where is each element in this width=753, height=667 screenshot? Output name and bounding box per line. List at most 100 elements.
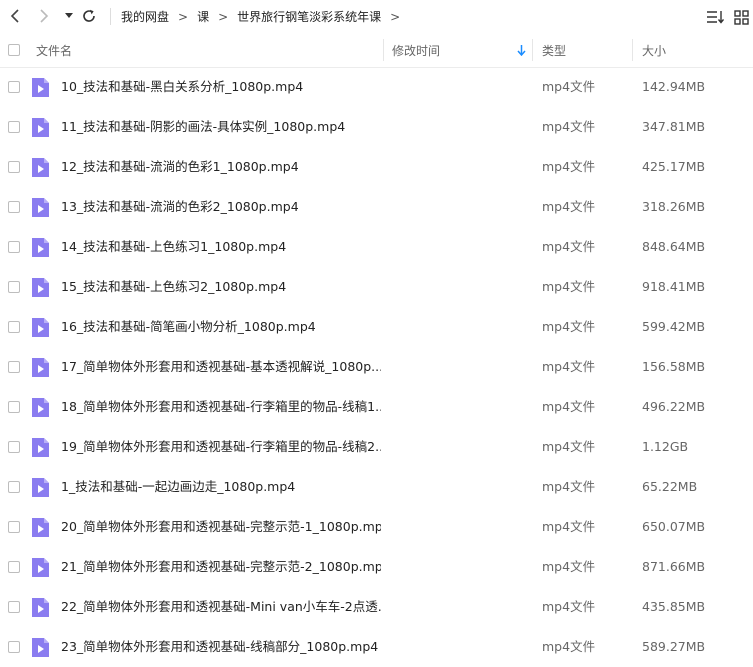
- file-name[interactable]: 16_技法和基础-简笔画小物分析_1080p.mp4: [61, 307, 381, 347]
- file-size: 142.94MB: [642, 79, 706, 94]
- video-file-icon: [32, 438, 49, 457]
- file-size: 650.07MB: [642, 519, 706, 534]
- breadcrumb-separator: >: [218, 9, 229, 24]
- file-name[interactable]: 18_简单物体外形套用和透视基础-行李箱里的物品-线稿1...: [61, 387, 381, 427]
- file-name[interactable]: 20_简单物体外形套用和透视基础-完整示范-1_1080p.mp4: [61, 507, 381, 547]
- row-checkbox[interactable]: [8, 641, 20, 653]
- video-file-icon: [32, 198, 49, 217]
- file-row[interactable]: 11_技法和基础-阴影的画法-具体实例_1080p.mp4 mp4文件 347.81…: [0, 107, 753, 147]
- row-checkbox[interactable]: [8, 521, 20, 533]
- file-size: 1.12GB: [642, 439, 689, 454]
- file-type: mp4文件: [542, 599, 596, 614]
- row-checkbox[interactable]: [8, 201, 20, 213]
- arrow-down-icon: [517, 44, 526, 56]
- file-name[interactable]: 1_技法和基础-一起边画边走_1080p.mp4: [61, 467, 381, 507]
- file-type: mp4文件: [542, 479, 596, 494]
- row-checkbox[interactable]: [8, 321, 20, 333]
- column-name[interactable]: 文件名: [36, 33, 72, 67]
- refresh-button[interactable]: [80, 6, 98, 26]
- sort-list-icon: [707, 11, 724, 24]
- file-list: 10_技法和基础-黑白关系分析_1080p.mp4 mp4文件 142.94MB 11…: [0, 67, 753, 667]
- file-row[interactable]: 13_技法和基础-流淌的色彩2_1080p.mp4 mp4文件 318.26MB: [0, 187, 753, 227]
- file-size: 848.64MB: [642, 239, 706, 254]
- file-row[interactable]: 17_简单物体外形套用和透视基础-基本透视解说_1080p.... mp4文件 15…: [0, 347, 753, 387]
- file-type: mp4文件: [542, 399, 596, 414]
- row-checkbox[interactable]: [8, 401, 20, 413]
- caret-down-icon: [65, 13, 73, 18]
- file-name[interactable]: 14_技法和基础-上色练习1_1080p.mp4: [61, 227, 381, 267]
- file-row[interactable]: 15_技法和基础-上色练习2_1080p.mp4 mp4文件 918.41MB: [0, 267, 753, 307]
- breadcrumb-separator: >: [178, 9, 189, 24]
- breadcrumb-item-root[interactable]: 我的网盘: [121, 8, 169, 25]
- file-name[interactable]: 15_技法和基础-上色练习2_1080p.mp4: [61, 267, 381, 307]
- column-divider[interactable]: [632, 39, 633, 61]
- file-row[interactable]: 23_简单物体外形套用和透视基础-线稿部分_1080p.mp4 mp4文件 589.…: [0, 627, 753, 667]
- grid-view-icon: [734, 9, 749, 25]
- grid-view-button[interactable]: [734, 7, 749, 27]
- sort-menu-button[interactable]: [706, 7, 724, 27]
- video-file-icon: [32, 78, 49, 97]
- video-file-icon: [32, 558, 49, 577]
- row-checkbox[interactable]: [8, 241, 20, 253]
- breadcrumb-item-current[interactable]: 世界旅行钢笔淡彩系统年课: [237, 8, 381, 25]
- file-name[interactable]: 17_简单物体外形套用和透视基础-基本透视解说_1080p....: [61, 347, 381, 387]
- file-type: mp4文件: [542, 439, 596, 454]
- forward-button[interactable]: [35, 6, 53, 26]
- file-row[interactable]: 16_技法和基础-简笔画小物分析_1080p.mp4 mp4文件 599.42MB: [0, 307, 753, 347]
- file-row[interactable]: 20_简单物体外形套用和透视基础-完整示范-1_1080p.mp4 mp4文件 65…: [0, 507, 753, 547]
- column-type[interactable]: 类型: [542, 33, 566, 67]
- checkbox-box: [8, 44, 20, 56]
- file-name[interactable]: 12_技法和基础-流淌的色彩1_1080p.mp4: [61, 147, 381, 187]
- row-checkbox[interactable]: [8, 81, 20, 93]
- file-name[interactable]: 19_简单物体外形套用和透视基础-行李箱里的物品-线稿2...: [61, 427, 381, 467]
- file-name[interactable]: 11_技法和基础-阴影的画法-具体实例_1080p.mp4: [61, 107, 381, 147]
- select-all-checkbox[interactable]: [8, 33, 20, 67]
- file-size: 347.81MB: [642, 119, 706, 134]
- file-row[interactable]: 10_技法和基础-黑白关系分析_1080p.mp4 mp4文件 142.94MB: [0, 67, 753, 107]
- row-checkbox[interactable]: [8, 121, 20, 133]
- file-row[interactable]: 22_简单物体外形套用和透视基础-Mini van小车车-2点透... mp4文件…: [0, 587, 753, 627]
- breadcrumb-item-folder[interactable]: 课: [197, 8, 209, 25]
- file-type: mp4文件: [542, 159, 596, 174]
- file-type: mp4文件: [542, 639, 596, 654]
- file-type: mp4文件: [542, 359, 596, 374]
- row-checkbox[interactable]: [8, 601, 20, 613]
- history-dropdown-button[interactable]: [62, 6, 76, 26]
- column-size[interactable]: 大小: [642, 33, 666, 67]
- file-row[interactable]: 18_简单物体外形套用和透视基础-行李箱里的物品-线稿1... mp4文件 496.…: [0, 387, 753, 427]
- file-name[interactable]: 10_技法和基础-黑白关系分析_1080p.mp4: [61, 67, 381, 107]
- file-size: 918.41MB: [642, 279, 706, 294]
- back-button[interactable]: [6, 6, 24, 26]
- file-row[interactable]: 1_技法和基础-一起边画边走_1080p.mp4 mp4文件 65.22MB: [0, 467, 753, 507]
- sort-desc-indicator[interactable]: [517, 33, 526, 67]
- column-divider[interactable]: [383, 39, 384, 61]
- file-size: 589.27MB: [642, 639, 706, 654]
- chevron-left-icon: [10, 9, 19, 23]
- toolbar: 我的网盘 > 课 > 世界旅行钢笔淡彩系统年课 >: [0, 0, 753, 33]
- file-type: mp4文件: [542, 559, 596, 574]
- row-checkbox[interactable]: [8, 561, 20, 573]
- file-row[interactable]: 14_技法和基础-上色练习1_1080p.mp4 mp4文件 848.64MB: [0, 227, 753, 267]
- column-divider[interactable]: [532, 39, 533, 61]
- file-name[interactable]: 13_技法和基础-流淌的色彩2_1080p.mp4: [61, 187, 381, 227]
- file-size: 425.17MB: [642, 159, 706, 174]
- row-checkbox[interactable]: [8, 281, 20, 293]
- video-file-icon: [32, 278, 49, 297]
- file-row[interactable]: 19_简单物体外形套用和透视基础-行李箱里的物品-线稿2... mp4文件 1.12…: [0, 427, 753, 467]
- file-row[interactable]: 12_技法和基础-流淌的色彩1_1080p.mp4 mp4文件 425.17MB: [0, 147, 753, 187]
- file-row[interactable]: 21_简单物体外形套用和透视基础-完整示范-2_1080p.mp4 mp4文件 87…: [0, 547, 753, 587]
- row-checkbox[interactable]: [8, 441, 20, 453]
- file-name[interactable]: 21_简单物体外形套用和透视基础-完整示范-2_1080p.mp4: [61, 547, 381, 587]
- row-checkbox[interactable]: [8, 161, 20, 173]
- column-modified[interactable]: 修改时间: [392, 33, 440, 67]
- file-name[interactable]: 22_简单物体外形套用和透视基础-Mini van小车车-2点透...: [61, 587, 381, 627]
- file-size: 318.26MB: [642, 199, 706, 214]
- breadcrumb-separator: >: [390, 9, 401, 24]
- file-name[interactable]: 23_简单物体外形套用和透视基础-线稿部分_1080p.mp4: [61, 627, 381, 667]
- file-type: mp4文件: [542, 279, 596, 294]
- row-checkbox[interactable]: [8, 481, 20, 493]
- video-file-icon: [32, 158, 49, 177]
- file-type: mp4文件: [542, 239, 596, 254]
- file-type: mp4文件: [542, 199, 596, 214]
- row-checkbox[interactable]: [8, 361, 20, 373]
